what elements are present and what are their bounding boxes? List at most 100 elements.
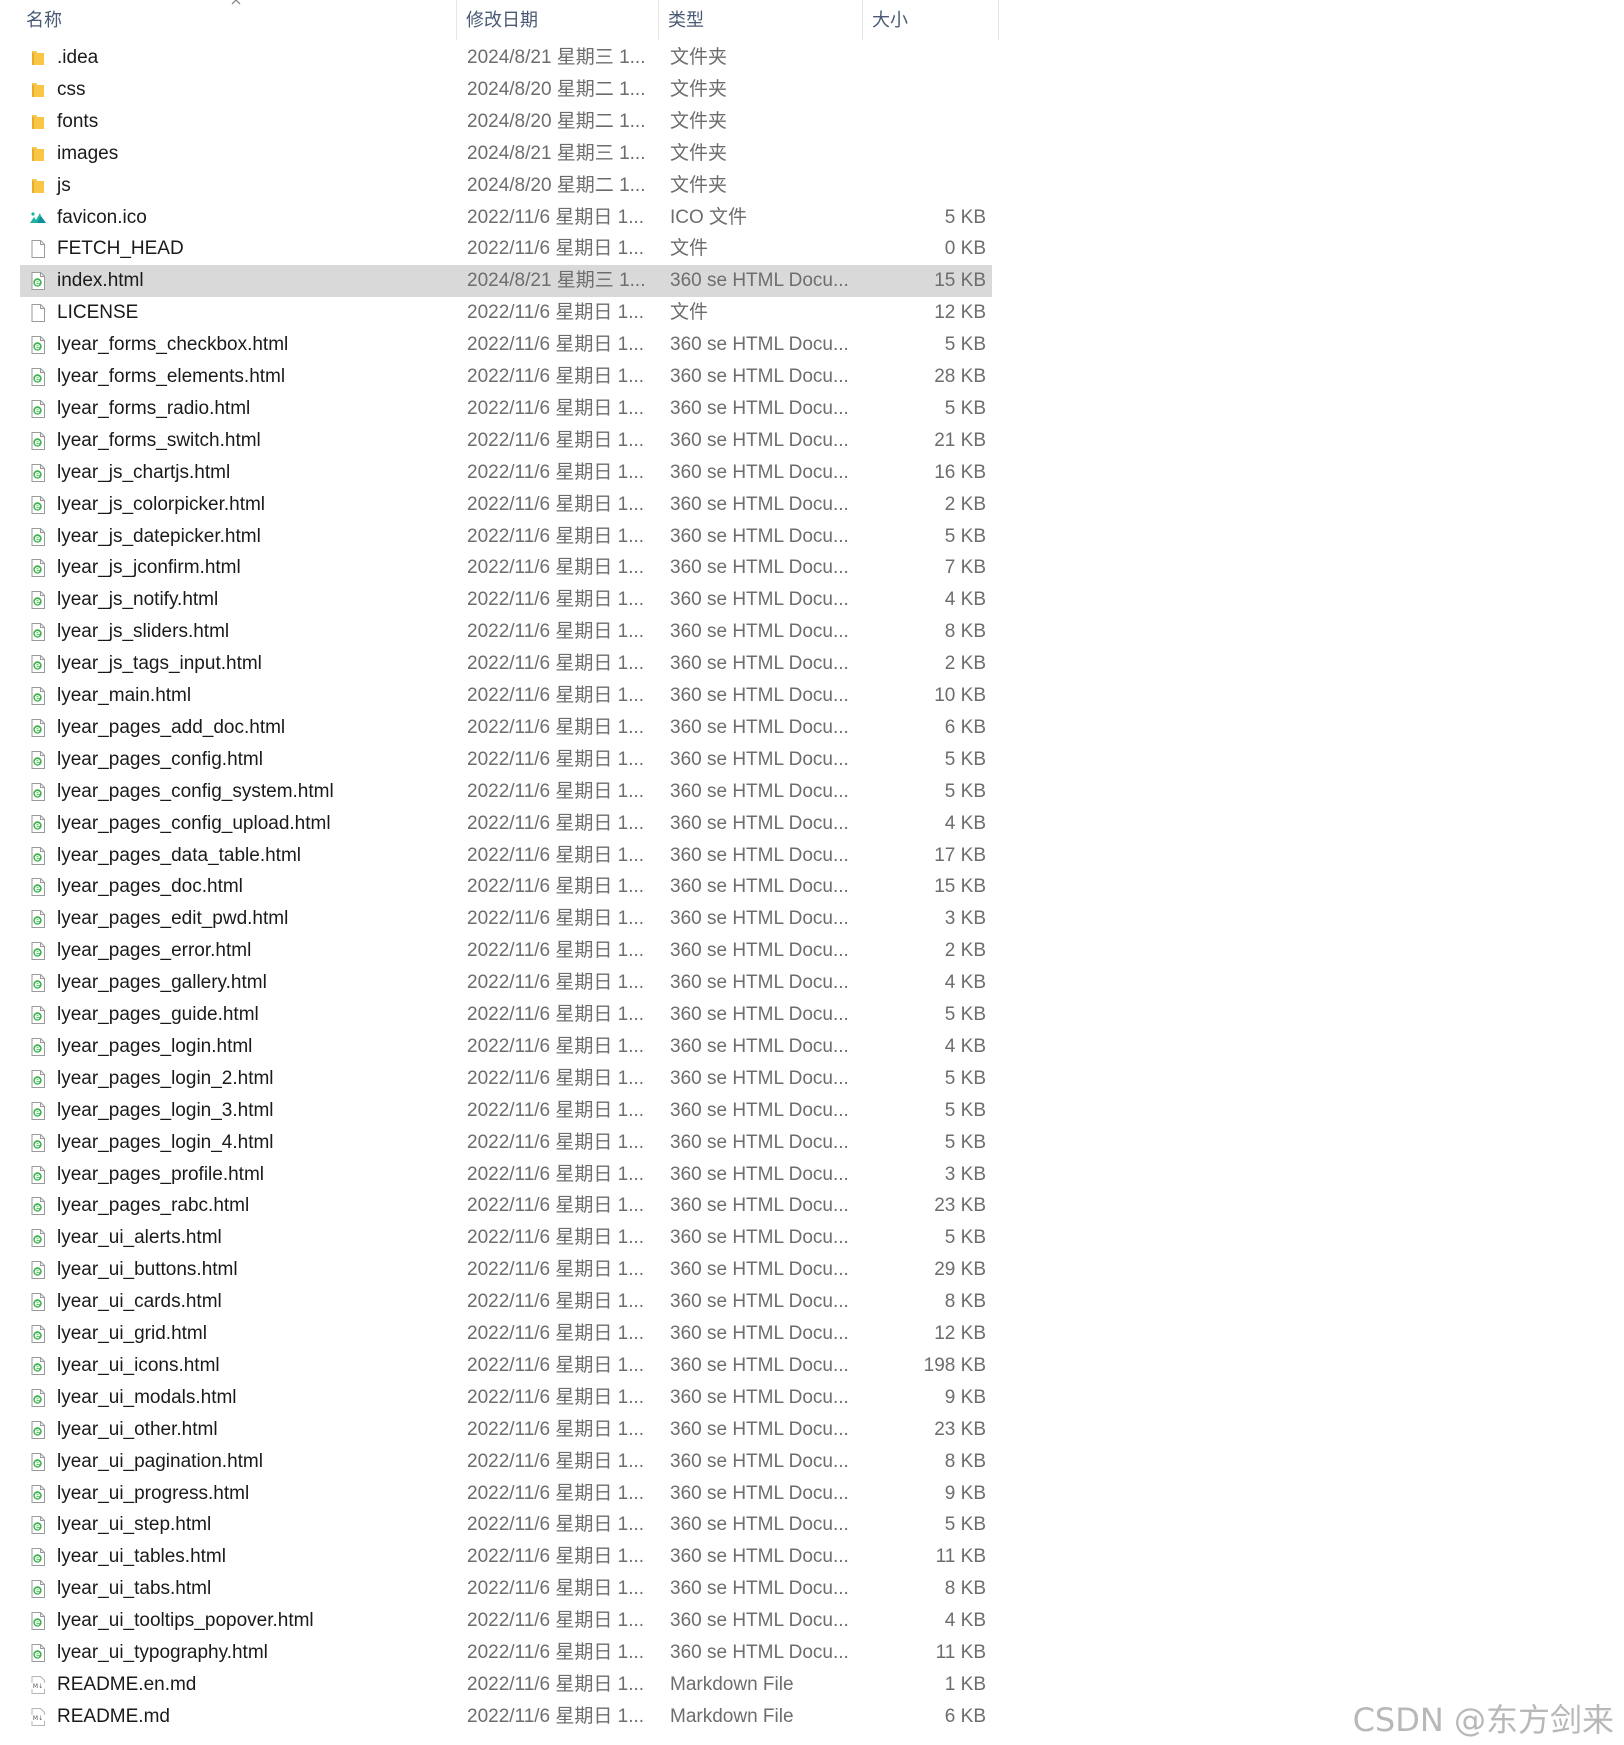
file-name: lyear_ui_step.html	[57, 1514, 212, 1536]
file-row[interactable]: lyear_js_jconfirm.html 2022/11/6 星期日 1...…	[20, 552, 992, 584]
file-row[interactable]: M↓ README.md 2022/11/6 星期日 1... Markdown Fi…	[20, 1701, 992, 1733]
file-row[interactable]: lyear_ui_modals.html 2022/11/6 星期日 1... 36…	[20, 1382, 992, 1414]
file-size: 4 KB	[944, 1610, 986, 1632]
file-row[interactable]: lyear_ui_grid.html 2022/11/6 星期日 1... 360 …	[20, 1318, 992, 1350]
file-name: lyear_pages_login.html	[57, 1035, 253, 1057]
file-row[interactable]: lyear_ui_step.html 2022/11/6 星期日 1... 360 …	[20, 1509, 992, 1541]
file-name: lyear_pages_config_upload.html	[57, 812, 331, 834]
file-row[interactable]: images 2024/8/21 星期三 1... 文件夹	[20, 138, 992, 170]
file-size: 8 KB	[944, 1291, 986, 1313]
file-name: lyear_ui_tooltips_popover.html	[57, 1610, 314, 1632]
file-name: lyear_ui_progress.html	[57, 1482, 250, 1504]
file-row[interactable]: lyear_pages_config_upload.html 2022/11/6 …	[20, 808, 992, 840]
file-name: js	[57, 174, 71, 196]
html-file-icon	[28, 1292, 48, 1312]
file-type: 360 se HTML Docu...	[670, 1067, 849, 1089]
file-size: 2 KB	[944, 940, 986, 962]
file-type: 360 se HTML Docu...	[670, 1610, 849, 1632]
html-file-icon	[28, 1165, 48, 1185]
file-row[interactable]: lyear_js_notify.html 2022/11/6 星期日 1... 36…	[20, 584, 992, 616]
file-date: 2022/11/6 星期日 1...	[467, 1705, 645, 1727]
file-name: lyear_pages_error.html	[57, 940, 252, 962]
file-size: 7 KB	[944, 557, 986, 579]
file-row[interactable]: lyear_pages_login_4.html 2022/11/6 星期日 1.…	[20, 1127, 992, 1159]
file-row[interactable]: lyear_pages_login_2.html 2022/11/6 星期日 1.…	[20, 1063, 992, 1095]
file-date: 2022/11/6 星期日 1...	[467, 716, 645, 738]
file-row[interactable]: lyear_ui_tooltips_popover.html 2022/11/6 …	[20, 1605, 992, 1637]
file-row[interactable]: lyear_ui_icons.html 2022/11/6 星期日 1... 360…	[20, 1350, 992, 1382]
file-row[interactable]: lyear_ui_buttons.html 2022/11/6 星期日 1... 3…	[20, 1254, 992, 1286]
file-name: favicon.ico	[57, 206, 147, 228]
file-row[interactable]: lyear_ui_other.html 2022/11/6 星期日 1... 360…	[20, 1414, 992, 1446]
file-type: 文件	[670, 238, 709, 260]
file-type: 360 se HTML Docu...	[670, 1163, 849, 1185]
file-size: 4 KB	[944, 589, 986, 611]
file-row[interactable]: lyear_js_sliders.html 2022/11/6 星期日 1... 3…	[20, 616, 992, 648]
file-date: 2022/11/6 星期日 1...	[467, 334, 645, 356]
folder-icon	[28, 80, 48, 100]
file-row[interactable]: js 2024/8/20 星期二 1... 文件夹	[20, 170, 992, 202]
file-type: 360 se HTML Docu...	[670, 653, 849, 675]
file-size: 5 KB	[944, 525, 986, 547]
file-type: 360 se HTML Docu...	[670, 1291, 849, 1313]
file-size: 28 KB	[934, 366, 986, 387]
file-size: 8 KB	[944, 621, 986, 643]
file-row[interactable]: lyear_forms_radio.html 2022/11/6 星期日 1...…	[20, 393, 992, 425]
file-row[interactable]: lyear_pages_config_system.html 2022/11/6 …	[20, 776, 992, 808]
file-row[interactable]: lyear_ui_cards.html 2022/11/6 星期日 1... 360…	[20, 1286, 992, 1318]
file-row[interactable]: lyear_main.html 2022/11/6 星期日 1... 360 se …	[20, 680, 992, 712]
file-row[interactable]: favicon.ico 2022/11/6 星期日 1... ICO 文件 5 KB	[20, 202, 992, 234]
file-row[interactable]: lyear_js_colorpicker.html 2022/11/6 星期日 1…	[20, 489, 992, 521]
file-size: 5 KB	[944, 1227, 986, 1249]
file-row[interactable]: lyear_pages_login_3.html 2022/11/6 星期日 1.…	[20, 1095, 992, 1127]
file-row[interactable]: lyear_pages_add_doc.html 2022/11/6 星期日 1.…	[20, 712, 992, 744]
file-row[interactable]: lyear_pages_login.html 2022/11/6 星期日 1...…	[20, 1031, 992, 1063]
file-row[interactable]: lyear_pages_gallery.html 2022/11/6 星期日 1.…	[20, 967, 992, 999]
file-date: 2022/11/6 星期日 1...	[467, 1035, 645, 1057]
file-row[interactable]: lyear_js_datepicker.html 2022/11/6 星期日 1.…	[20, 521, 992, 553]
file-row[interactable]: lyear_ui_typography.html 2022/11/6 星期日 1.…	[20, 1637, 992, 1669]
file-row[interactable]: lyear_pages_doc.html 2022/11/6 星期日 1... 36…	[20, 871, 992, 903]
file-size: 5 KB	[944, 397, 986, 419]
file-row[interactable]: lyear_pages_error.html 2022/11/6 星期日 1...…	[20, 935, 992, 967]
file-type: 文件夹	[670, 174, 728, 196]
file-name: README.en.md	[57, 1673, 197, 1695]
file-row[interactable]: .idea 2024/8/21 星期三 1... 文件夹	[20, 42, 992, 74]
file-type: 360 se HTML Docu...	[670, 1099, 849, 1121]
file-type: 360 se HTML Docu...	[670, 1195, 849, 1217]
file-name: lyear_pages_doc.html	[57, 876, 243, 898]
file-row[interactable]: lyear_ui_alerts.html 2022/11/6 星期日 1... 36…	[20, 1222, 992, 1254]
file-row[interactable]: lyear_ui_pagination.html 2022/11/6 星期日 1.…	[20, 1446, 992, 1478]
file-date: 2024/8/21 星期三 1...	[467, 142, 646, 164]
file-row[interactable]: lyear_forms_checkbox.html 2022/11/6 星期日 1…	[20, 329, 992, 361]
file-row[interactable]: lyear_forms_switch.html 2022/11/6 星期日 1..…	[20, 425, 992, 457]
file-row[interactable]: css 2024/8/20 星期二 1... 文件夹	[20, 74, 992, 106]
file-row[interactable]: lyear_pages_rabc.html 2022/11/6 星期日 1... 3…	[20, 1190, 992, 1222]
file-row[interactable]: lyear_pages_guide.html 2022/11/6 星期日 1...…	[20, 999, 992, 1031]
file-row[interactable]: index.html 2024/8/21 星期三 1... 360 se HTML …	[20, 265, 992, 298]
html-file-icon	[28, 590, 48, 610]
file-name: lyear_pages_config.html	[57, 748, 263, 770]
file-row[interactable]: lyear_forms_elements.html 2022/11/6 星期日 1…	[20, 361, 992, 393]
file-row[interactable]: lyear_pages_config.html 2022/11/6 星期日 1..…	[20, 744, 992, 776]
file-row[interactable]: lyear_ui_tabs.html 2022/11/6 星期日 1... 360 …	[20, 1573, 992, 1605]
file-row[interactable]: lyear_js_tags_input.html 2022/11/6 星期日 1.…	[20, 648, 992, 680]
file-row[interactable]: lyear_pages_edit_pwd.html 2022/11/6 星期日 1…	[20, 903, 992, 935]
html-file-icon	[28, 1228, 48, 1248]
html-file-icon	[28, 1611, 48, 1631]
file-name: lyear_pages_login_3.html	[57, 1099, 274, 1121]
file-row[interactable]: LICENSE 2022/11/6 星期日 1... 文件 12 KB	[20, 297, 992, 329]
file-row[interactable]: M↓ README.en.md 2022/11/6 星期日 1... Markdown…	[20, 1669, 992, 1701]
file-type: 360 se HTML Docu...	[670, 812, 849, 834]
file-row[interactable]: lyear_ui_progress.html 2022/11/6 星期日 1...…	[20, 1478, 992, 1510]
file-row[interactable]: fonts 2024/8/20 星期二 1... 文件夹	[20, 106, 992, 138]
file-row[interactable]: lyear_js_chartjs.html 2022/11/6 星期日 1... 3…	[20, 457, 992, 489]
file-row[interactable]: lyear_pages_profile.html 2022/11/6 星期日 1.…	[20, 1159, 992, 1191]
file-date: 2022/11/6 星期日 1...	[467, 1450, 645, 1472]
file-size: 12 KB	[934, 1323, 986, 1344]
file-row[interactable]: FETCH_HEAD 2022/11/6 星期日 1... 文件 0 KB	[20, 233, 992, 265]
file-name: css	[57, 78, 86, 100]
file-row[interactable]: lyear_ui_tables.html 2022/11/6 星期日 1... 36…	[20, 1541, 992, 1573]
file-date: 2022/11/6 星期日 1...	[467, 366, 645, 387]
file-row[interactable]: lyear_pages_data_table.html 2022/11/6 星期日…	[20, 840, 992, 872]
